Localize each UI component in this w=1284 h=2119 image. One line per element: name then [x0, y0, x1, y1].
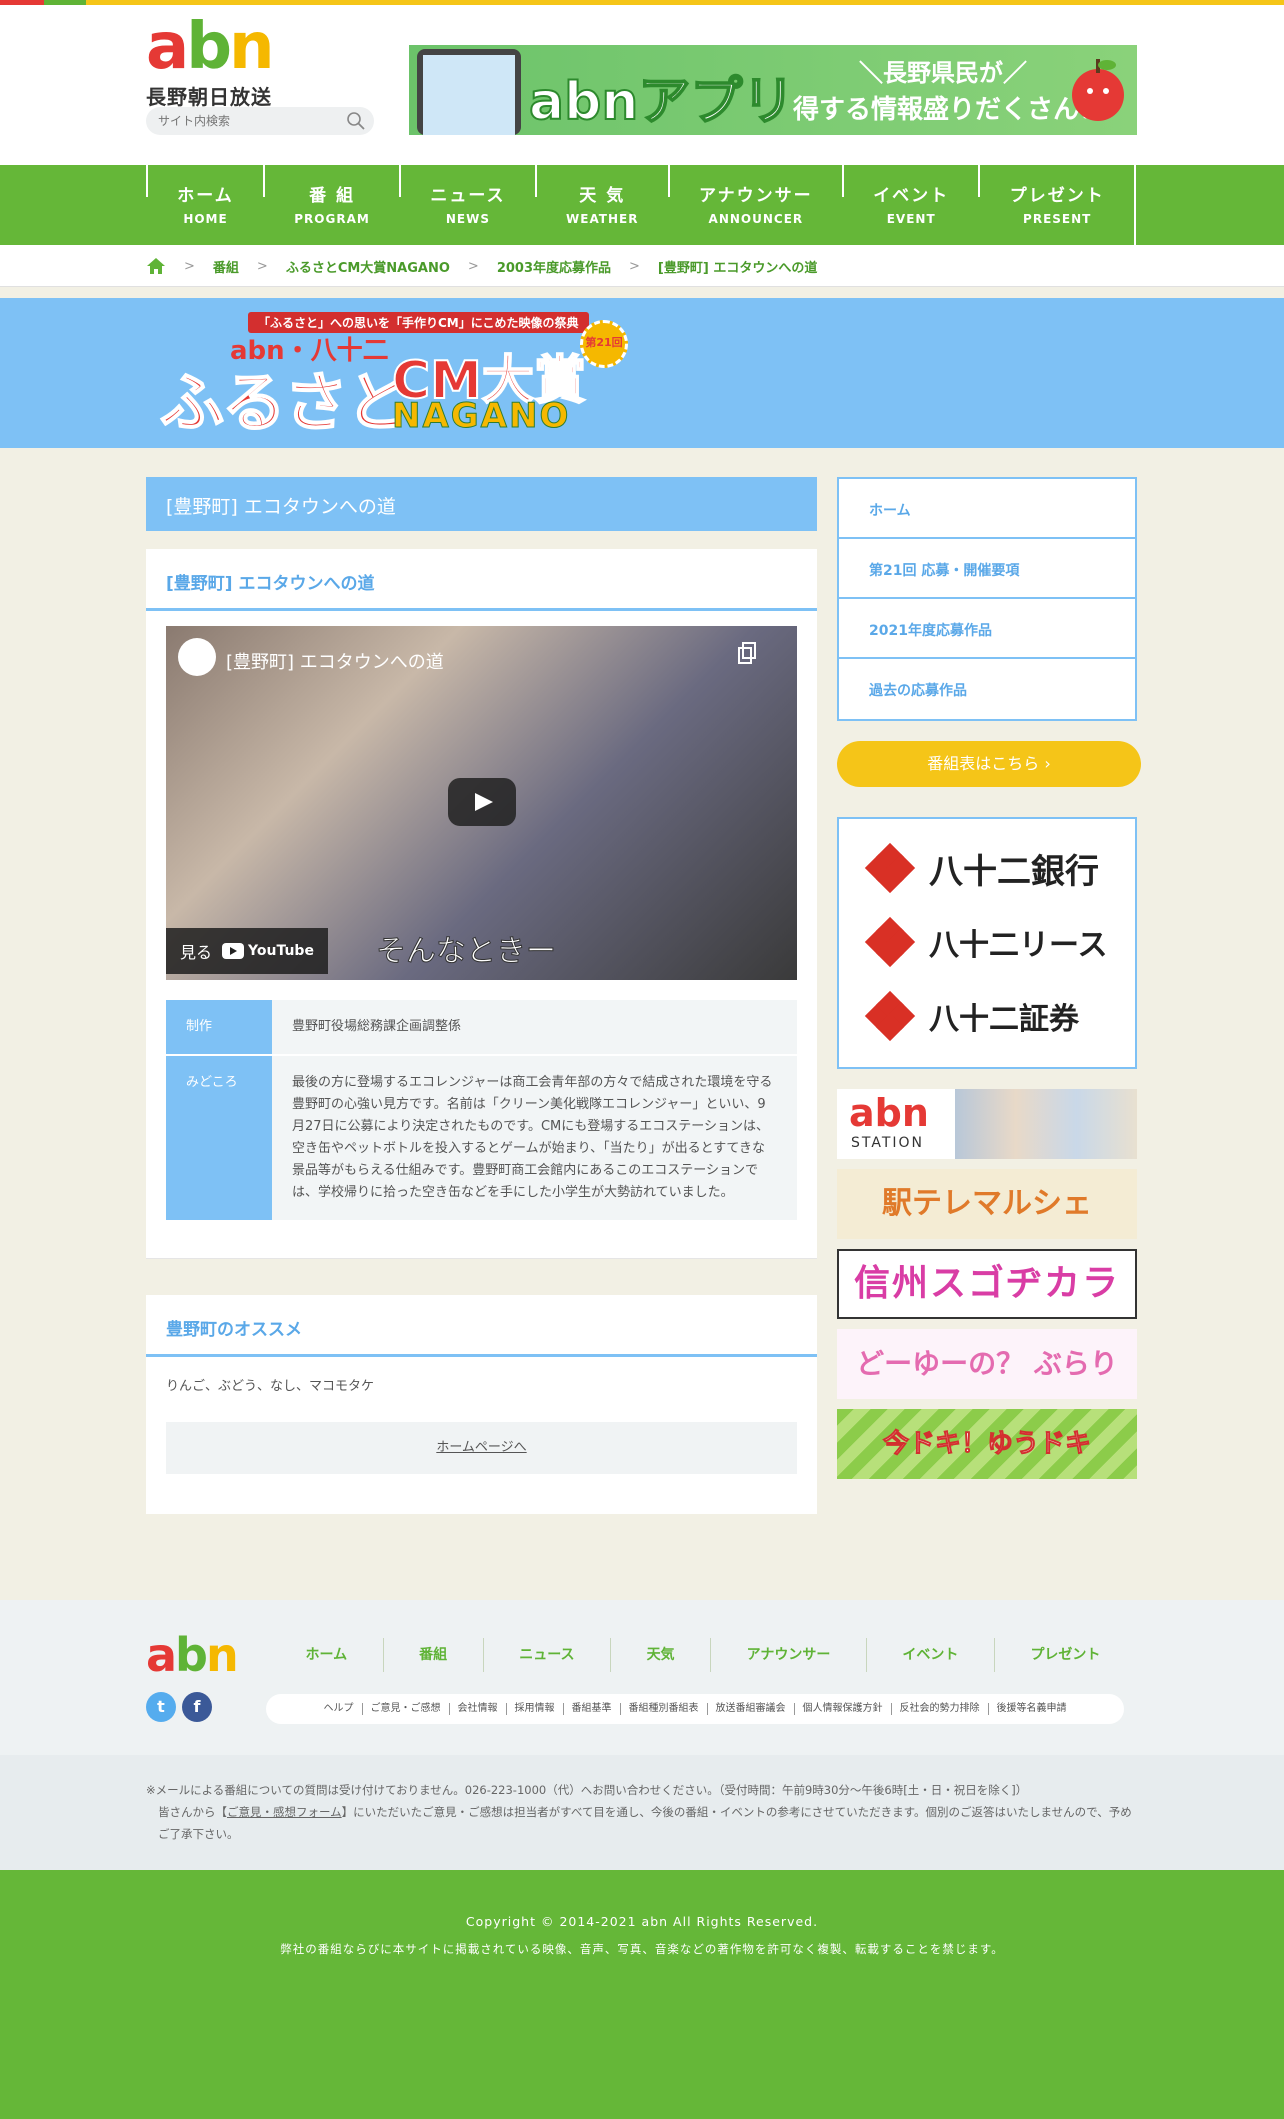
abn-app-banner[interactable]: abnアプリ ＼長野県民が／ 得する情報盛りだくさん！ [409, 45, 1137, 135]
hachijuni-lease-mark-icon [864, 916, 916, 968]
footer-nav-program[interactable]: 番組 [382, 1638, 483, 1672]
recommend-card: 豊野町のオススメ りんご、ぶどう、なし、マコモタケ ホームページへ [146, 1295, 817, 1514]
home-icon[interactable] [146, 257, 166, 275]
site-footer: abn ホーム 番組 ニュース 天気 アナウンサー イベント プレゼント t f… [0, 1600, 1284, 1755]
work-card: [豊野町] エコタウンへの道 [豊野町] エコタウンへの道 そんなときー 見る … [146, 549, 817, 1259]
edition-badge: 第21回 [580, 320, 628, 368]
facebook-icon[interactable]: f [182, 1692, 212, 1722]
highlight-label: みどころ [166, 1055, 272, 1222]
contact-notice: ※メールによる番組についての質問は受け付けておりません。026-223-1000… [0, 1755, 1284, 1870]
footer-link-program-types[interactable]: 番組種別番組表 [619, 1703, 707, 1715]
hachijuni-mark-icon [864, 842, 916, 894]
breadcrumb-2003[interactable]: 2003年度応募作品 [497, 257, 611, 276]
work-info-table: 制作 豊野町役場総務課企画調整係 みどころ 最後の方に登場するエコレンジャーは商… [166, 1000, 797, 1222]
footer-link-help[interactable]: ヘルプ [316, 1703, 362, 1715]
channel-avatar[interactable] [178, 638, 216, 676]
copyright-note: 弊社の番組ならびに本サイトに掲載されている映像、音声、写真、音楽などの著作物を許… [280, 1942, 1004, 1956]
sidebar-menu: ホーム 第21回 応募・開催要項 2021年度応募作品 過去の応募作品 [837, 477, 1137, 721]
banner-abn-station[interactable]: abn STATION [837, 1089, 1137, 1159]
cm-award-hero: 「ふるさと」への思いを「手作りCM」にこめた映像の祭典 abn・八十二 ふるさと… [0, 298, 1284, 448]
global-nav: ホーム HOME 番 組 PROGRAM ニュース NEWS 天 気 WEATHER ア… [0, 165, 1284, 245]
producer-value: 豊野町役場総務課企画調整係 [272, 1000, 797, 1056]
site-search [146, 107, 374, 135]
search-input[interactable] [146, 107, 326, 135]
search-icon[interactable] [346, 111, 366, 131]
nav-weather[interactable]: 天 気 WEATHER [534, 165, 668, 245]
footer-link-recruit[interactable]: 採用情報 [505, 1703, 563, 1715]
phone-image [417, 49, 521, 135]
youtube-player[interactable]: [豊野町] エコタウンへの道 そんなときー 見る YouTube [166, 626, 797, 980]
breadcrumb-current: [豊野町] エコタウンへの道 [657, 260, 818, 276]
sponsor-hachijuni-securities[interactable]: 八十二証券 [864, 990, 1079, 1042]
footer-nav-event[interactable]: イベント [865, 1638, 994, 1672]
recommend-text: りんご、ぶどう、なし、マコモタケ [166, 1379, 375, 1394]
breadcrumb: > 番組 > ふるさとCM大賞NAGANO > 2003年度応募作品 > [豊野… [0, 245, 1284, 287]
video-caption: そんなときー [376, 934, 557, 970]
footer-link-sponsorship[interactable]: 後援等名義申請 [987, 1703, 1075, 1715]
footer-link-standards[interactable]: 番組基準 [562, 1703, 620, 1715]
watch-on-youtube-button[interactable]: 見る YouTube [166, 928, 328, 974]
schedule-button[interactable]: 番組表はこちら › [837, 741, 1141, 787]
footer-nav-home[interactable]: ホーム [270, 1638, 383, 1672]
footer-nav-news[interactable]: ニュース [482, 1638, 610, 1672]
sponsor-box: 八十二銀行 八十二リース 八十二証券 [837, 817, 1137, 1069]
play-button[interactable] [448, 778, 516, 826]
footer-logo[interactable]: abn [146, 1628, 239, 1682]
footer-link-company[interactable]: 会社情報 [448, 1703, 506, 1715]
notice-line-1: ※メールによる番組についての質問は受け付けておりません。026-223-1000… [146, 1783, 1028, 1797]
video-title[interactable]: [豊野町] エコタウンへの道 [226, 648, 444, 674]
site-header: abn 長野朝日放送 abnアプリ ＼長野県民が／ 得する情報盛りだくさん！ [0, 5, 1284, 165]
footer-nav: ホーム 番組 ニュース 天気 アナウンサー イベント プレゼント [270, 1638, 1136, 1672]
feedback-form-link[interactable]: ご意見・感想フォーム [227, 1805, 342, 1819]
work-title: [豊野町] エコタウンへの道 [146, 549, 817, 611]
notice-line-2: 皆さんから【ご意見・感想フォーム】にいただいたご意見・ご感想は担当者がすべて目を… [158, 1805, 1132, 1841]
nav-announcer[interactable]: アナウンサー ANNOUNCER [667, 165, 842, 245]
nav-present[interactable]: プレゼント PRESENT [978, 165, 1136, 245]
youtube-icon [222, 943, 245, 959]
nav-event[interactable]: イベント EVENT [841, 165, 979, 245]
sidebar-item-guidelines[interactable]: 第21回 応募・開催要項 [839, 539, 1135, 599]
recommend-title: 豊野町のオススメ [146, 1295, 817, 1357]
footer-nav-present[interactable]: プレゼント [993, 1638, 1136, 1672]
copyright-area: Copyright © 2014-2021 abn All Rights Res… [0, 1870, 1284, 2119]
breadcrumb-program[interactable]: 番組 [213, 257, 239, 276]
footer-link-council[interactable]: 放送番組審議会 [706, 1703, 794, 1715]
apple-mascot-icon [1072, 59, 1124, 121]
sidebar-item-2021-entries[interactable]: 2021年度応募作品 [839, 599, 1135, 659]
copyright-text: Copyright © 2014-2021 abn All Rights Res… [465, 1914, 819, 1929]
highlight-value: 最後の方に登場するエコレンジャーは商工会青年部の方々で結成された環境を守る豊野町… [272, 1055, 797, 1222]
banner-ima-doki[interactable]: 今ドキ！ゆうドキ [837, 1409, 1137, 1479]
copy-link-icon[interactable] [737, 642, 757, 664]
nav-home[interactable]: ホーム HOME [146, 165, 263, 245]
cm-award-logo[interactable]: 「ふるさと」への思いを「手作りCM」にこめた映像の祭典 abn・八十二 ふるさと… [159, 312, 630, 442]
sidebar: ホーム 第21回 応募・開催要項 2021年度応募作品 過去の応募作品 番組表は… [837, 477, 1141, 1479]
main-content: [豊野町] エコタウンへの道 [豊野町] エコタウンへの道 [豊野町] エコタウ… [146, 477, 817, 1514]
nav-program[interactable]: 番 組 PROGRAM [263, 165, 399, 245]
footer-link-feedback[interactable]: ご意見・ご感想 [361, 1703, 449, 1715]
breadcrumb-cm-award[interactable]: ふるさとCM大賞NAGANO [286, 257, 450, 276]
announcers-photo [955, 1089, 1137, 1159]
footer-nav-weather[interactable]: 天気 [610, 1638, 710, 1672]
footer-link-antisocial[interactable]: 反社会的勢力排除 [890, 1703, 988, 1715]
page-title: [豊野町] エコタウンへの道 [146, 477, 817, 531]
twitter-icon[interactable]: t [146, 1692, 176, 1722]
social-links: t f [146, 1692, 212, 1722]
banner-shinshu-sugodikara[interactable]: 信州スゴヂカラ [837, 1249, 1137, 1319]
homepage-button[interactable]: ホームページへ [166, 1422, 797, 1474]
sponsor-hachijuni-lease[interactable]: 八十二リース [864, 916, 1108, 968]
abn-logo[interactable]: abn 長野朝日放送 [146, 15, 286, 109]
sidebar-item-past-entries[interactable]: 過去の応募作品 [839, 659, 1135, 719]
hachijuni-securities-mark-icon [864, 990, 916, 1042]
footer-link-privacy[interactable]: 個人情報保護方針 [793, 1703, 891, 1715]
producer-label: 制作 [166, 1000, 272, 1056]
banner-doyu-no[interactable]: どーゆーの？ ぶらり [837, 1329, 1137, 1399]
logo-subtitle: 長野朝日放送 [146, 85, 272, 109]
sponsor-hachijuni-bank[interactable]: 八十二銀行 [864, 842, 1099, 894]
nav-news[interactable]: ニュース NEWS [399, 165, 535, 245]
sidebar-item-home[interactable]: ホーム [839, 479, 1135, 539]
banner-eki-tele-marche[interactable]: 駅テレマルシェ [837, 1169, 1137, 1239]
app-banner-title: abnアプリ [528, 71, 795, 133]
footer-nav-announcer[interactable]: アナウンサー [710, 1638, 866, 1672]
footer-links: ヘルプ ご意見・ご感想 会社情報 採用情報 番組基準 番組種別番組表 放送番組審… [266, 1694, 1124, 1724]
